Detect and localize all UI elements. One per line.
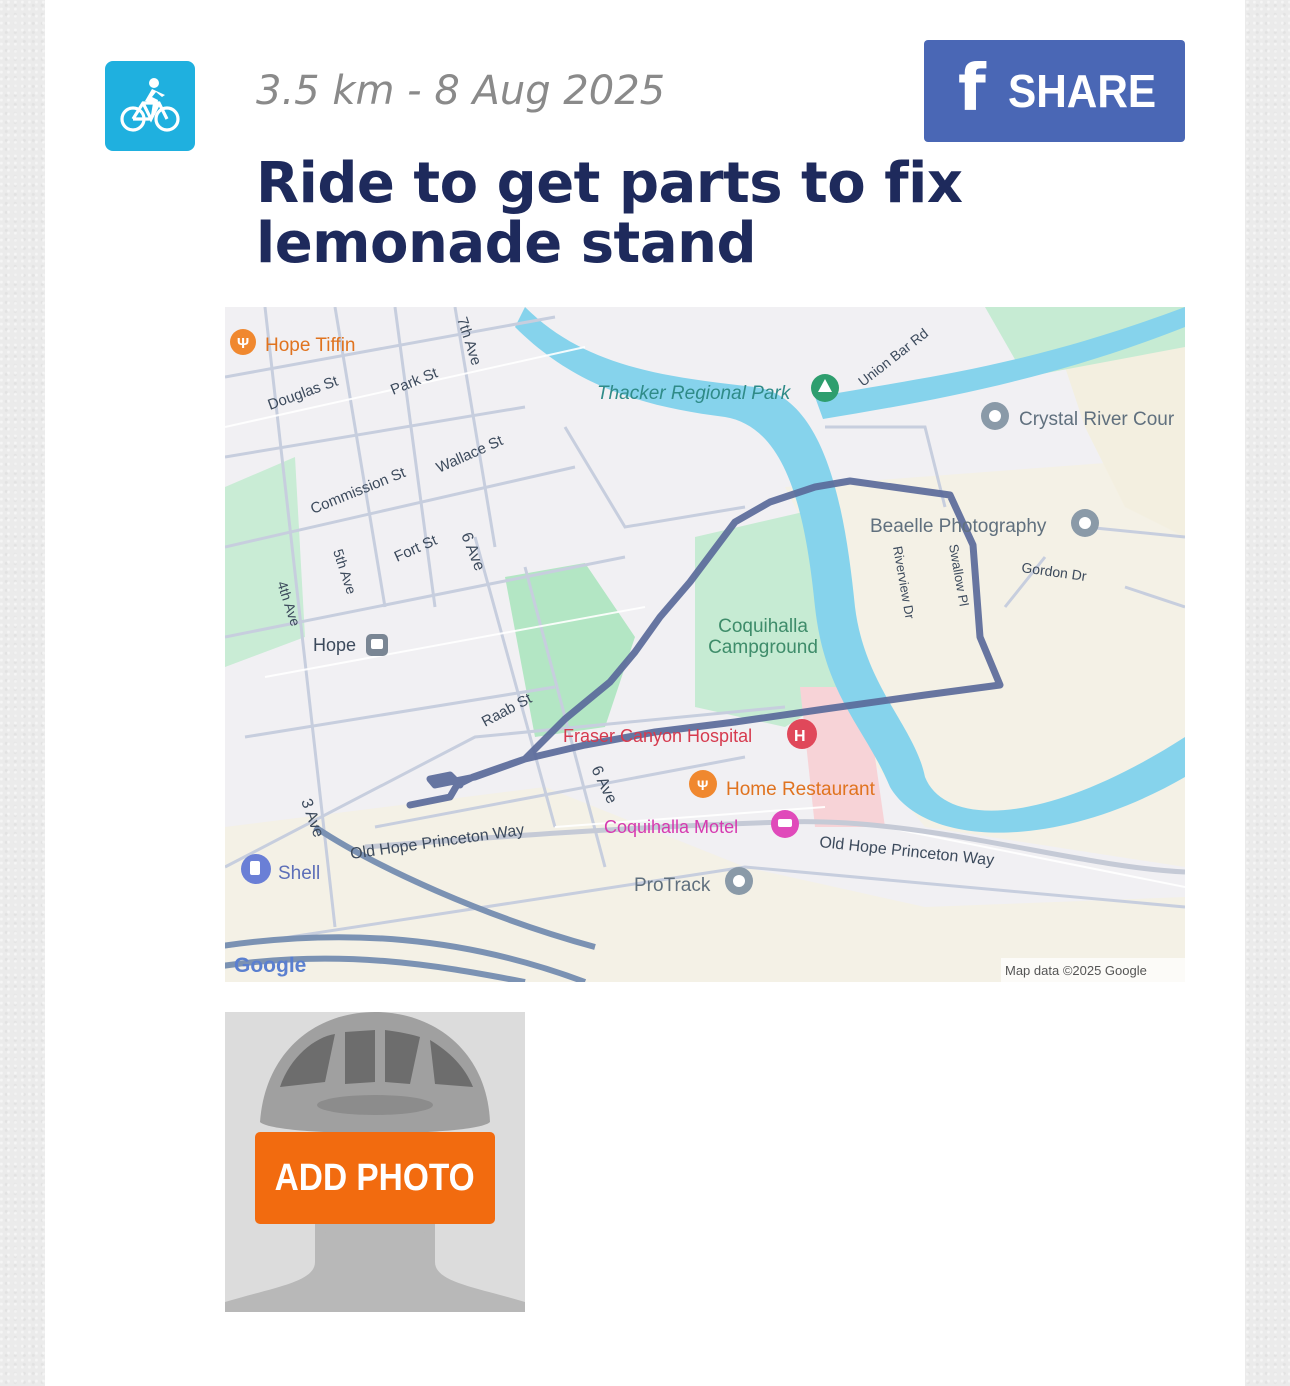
add-photo-label: ADD PHOTO [274,1156,476,1199]
map-label-fraser-canyon-hospital: Fraser Canyon Hospital [563,726,752,746]
map-label-protrack: ProTrack [634,875,711,896]
add-photo-button[interactable]: ADD PHOTO [255,1132,495,1224]
map-label-hope: Hope [313,635,356,655]
activity-meta: 3.5 km - 8 Aug 2025 [256,68,666,114]
map-label-shell: Shell [278,863,320,884]
map-label-beaelle: Beaelle Photography [870,516,1047,537]
svg-text:Ψ: Ψ [697,777,708,793]
photo-placeholder[interactable]: ADD PHOTO [225,1012,525,1312]
activity-type-badge [105,61,195,151]
map-attribution: Map data ©2025 Google [1005,963,1147,978]
map-label-home-restaurant: Home Restaurant [726,779,876,800]
map-label-coquihalla-2: Campground [708,637,818,658]
map-label-coquihalla-1: Coquihalla [718,616,808,637]
facebook-icon: f [958,52,986,126]
map-label-crystal-river: Crystal River Cour [1019,409,1175,430]
google-logo: Google [234,954,306,977]
svg-text:H: H [794,728,806,745]
share-label: SHARE [1007,65,1156,117]
activity-card: 3.5 km - 8 Aug 2025 f SHARE Ride to get … [45,0,1245,1386]
map-label-coquihalla-motel: Coquihalla Motel [604,817,738,837]
map-label-thacker-park: Thacker Regional Park [597,383,792,404]
bicycle-icon [120,78,180,132]
svg-text:Ψ: Ψ [237,335,249,352]
route-map[interactable]: Ψ Hope Tiffin Douglas St Park St 7th Ave… [225,307,1185,982]
facebook-share-button[interactable]: f SHARE [924,40,1185,142]
activity-title: Ride to get parts to fix lemonade stand [256,151,963,276]
map-label-hope-tiffin: Hope Tiffin [265,335,355,356]
